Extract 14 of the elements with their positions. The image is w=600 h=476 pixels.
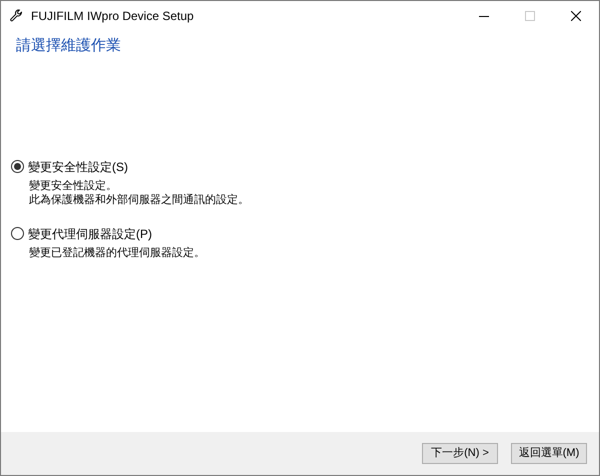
wrench-icon [9, 9, 23, 23]
radio-button[interactable] [11, 227, 24, 240]
option-label: 變更代理伺服器設定(P) [28, 226, 152, 242]
dialog-button[interactable]: 下一步(N) > [422, 443, 498, 464]
close-icon [571, 11, 581, 21]
radio-button[interactable] [11, 160, 24, 173]
window-title: FUJIFILM IWpro Device Setup [31, 8, 194, 25]
maximize-icon [525, 11, 535, 21]
dialog-button[interactable]: 返回選單(M) [511, 443, 587, 464]
option-description: 變更已登記機器的代理伺服器設定。 [29, 246, 206, 260]
option-description: 此為保護機器和外部伺服器之間通訊的設定。 [29, 192, 250, 206]
option-label: 變更安全性設定(S) [28, 158, 128, 176]
option-description: 變更安全性設定。 [29, 178, 118, 192]
page-heading: 請選擇維護作業 [16, 36, 122, 56]
